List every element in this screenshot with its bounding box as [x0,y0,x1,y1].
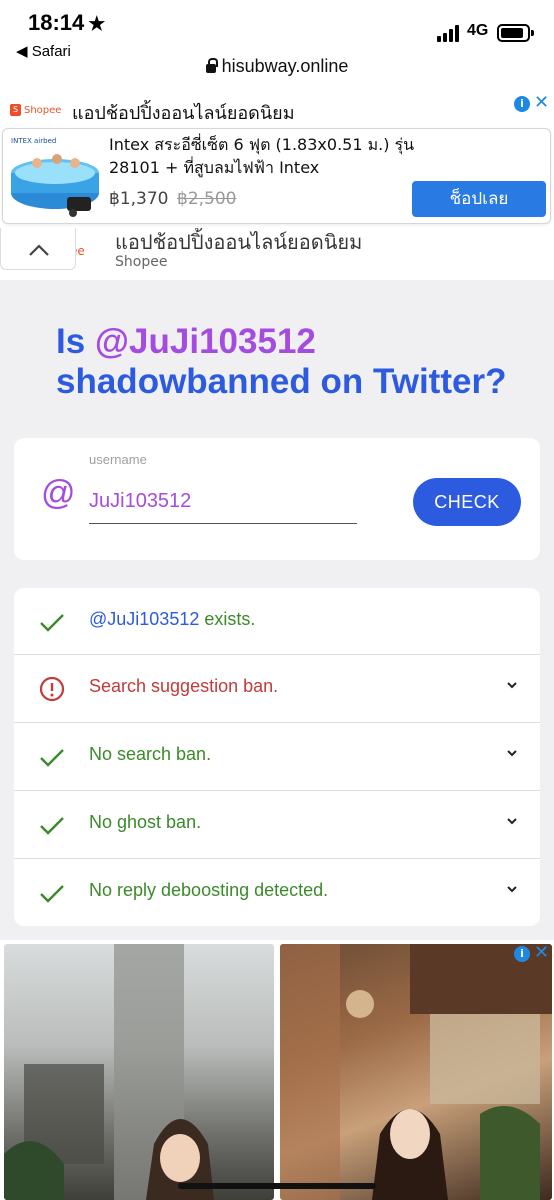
top-ad-banner[interactable]: ee แอปช้อปปิ้งออนไลน์ยอดนิยม Shopee S Sho… [0,92,554,280]
result-row-suggestion-ban[interactable]: Search suggestion ban. [14,654,540,722]
at-sign-icon: @ [41,474,76,512]
product-old-price: ฿2,500 [177,189,237,209]
chevron-down-icon[interactable] [506,679,518,691]
chevron-down-icon[interactable] [506,747,518,759]
shopee-logo: S Shopee [10,104,61,116]
battery-icon [497,24,534,42]
status-time: 18:14 ★ [28,10,106,35]
results-list: @JuJi103512 exists. Search suggestion ba… [14,588,540,926]
page-title: Is @JuJi103512 shadowbanned on Twitter? [56,322,507,401]
shop-now-button[interactable]: ช็อปเลย [412,181,546,217]
result-text: @JuJi103512 exists. [89,609,256,629]
status-bar: 18:14 ★ ◀ Safari 4G hisubway.online [0,0,554,92]
username-label: username [89,452,147,467]
lock-icon [205,58,218,73]
product-title[interactable]: Intex สระอีซี่เซ็ต 6 ฟุต (1.83x0.51 ม.) … [109,133,439,179]
checkmark-icon [40,885,64,903]
ad-info-icon[interactable]: i [514,946,530,962]
result-text: No reply deboosting detected. [89,880,329,900]
chevron-down-icon[interactable] [506,883,518,895]
ad-product-card[interactable]: INTEX airbed Intex สระอีซี่เซ็ต 6 ฟุต (1… [2,128,551,224]
result-row-ghost-ban[interactable]: No ghost ban. [14,790,540,858]
home-indicator[interactable] [178,1183,376,1189]
network-type: 4G [467,22,489,39]
shopping-bag-icon: S [10,104,21,116]
ad-ghost-brand: Shopee [115,254,168,270]
checkmark-icon [40,614,64,632]
ad-info-icon[interactable]: i [514,96,530,112]
username-input[interactable] [89,476,357,524]
url-text: hisubway.online [221,56,349,76]
chevron-down-icon[interactable] [506,815,518,827]
result-text: Search suggestion ban. [89,676,279,696]
ad-headline: แอปช้อปปิ้งออนไลน์ยอดนิยม [72,103,295,124]
title-username: @JuJi103512 [94,322,316,361]
checkmark-icon [40,749,64,767]
ad-close-icon[interactable]: ✕ [534,92,549,113]
url-bar[interactable]: hisubway.online [0,56,554,77]
checkmark-icon [40,817,64,835]
check-button[interactable]: CHECK [413,478,521,526]
ad-photo-right[interactable] [280,944,552,1200]
error-icon [39,676,65,702]
star-icon: ★ [88,14,106,35]
result-row-exists: @JuJi103512 exists. [14,588,540,654]
result-row-search-ban[interactable]: No search ban. [14,722,540,790]
signal-icon [437,24,461,42]
result-text: No ghost ban. [89,812,202,832]
chevron-up-icon [29,244,49,256]
ad-header: S Shopee แอปช้อปปิ้งออนไลน์ยอดนิยม i ✕ [0,92,554,126]
pool-product-image: INTEX airbed [7,133,105,219]
username-form: @ username CHECK [14,438,540,560]
ad-close-icon[interactable]: ✕ [534,942,549,963]
result-text: No search ban. [89,744,212,764]
ad-collapse-button[interactable] [0,228,76,270]
svg-text:INTEX airbed: INTEX airbed [11,137,56,145]
ad-photo-left[interactable] [4,944,274,1200]
product-price: ฿1,370 [109,189,169,209]
bottom-ad-banner[interactable] [0,940,554,1200]
result-row-reply-deboosting[interactable]: No reply deboosting detected. [14,858,540,926]
